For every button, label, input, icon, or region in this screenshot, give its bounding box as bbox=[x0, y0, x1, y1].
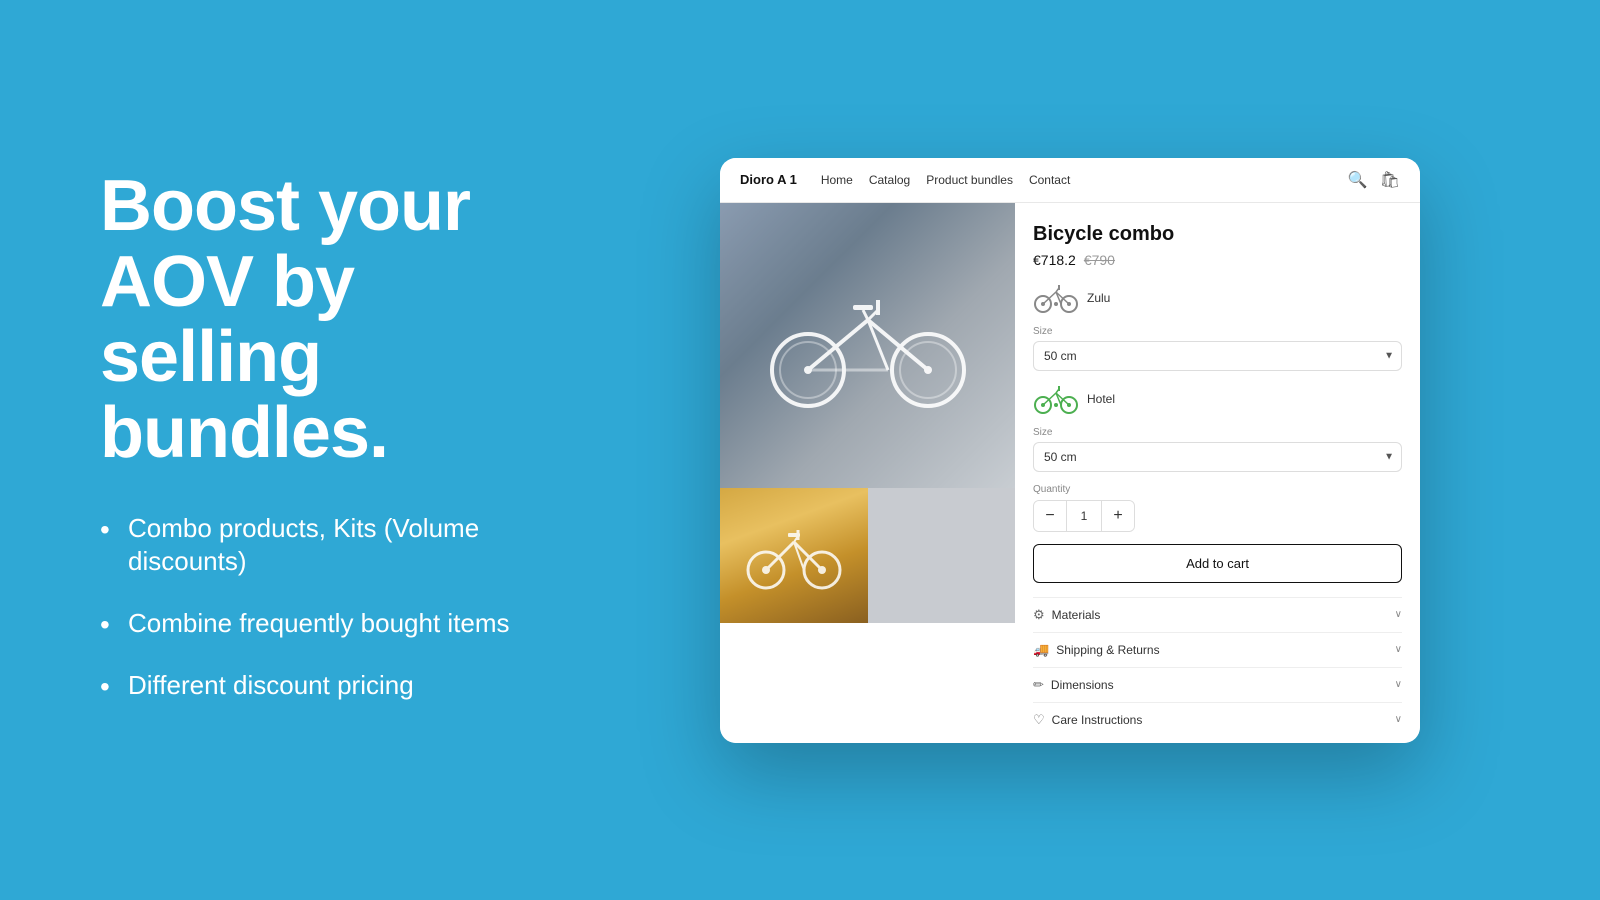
bullet-item-1: Combo products, Kits (Volume discounts) bbox=[100, 512, 520, 580]
store-brand: Dioro A 1 bbox=[740, 172, 797, 187]
hotel-bike-name: Hotel bbox=[1087, 392, 1402, 406]
materials-label: Materials bbox=[1052, 608, 1101, 622]
accordion-dimensions-left: ✏ Dimensions bbox=[1033, 677, 1114, 693]
nav-home[interactable]: Home bbox=[821, 173, 853, 187]
quantity-control: − 1 + bbox=[1033, 500, 1135, 532]
zulu-bike-name: Zulu bbox=[1087, 291, 1402, 305]
product-image-thumb bbox=[720, 488, 868, 623]
thumb-placeholder bbox=[868, 488, 1016, 623]
hotel-size-wrapper: 50 cm 52 cm 54 cm ▼ bbox=[1033, 442, 1402, 472]
quantity-decrease-button[interactable]: − bbox=[1034, 501, 1066, 531]
quantity-value: 1 bbox=[1066, 501, 1102, 531]
image-row bbox=[720, 488, 1015, 623]
product-images bbox=[720, 203, 1015, 743]
quantity-label: Quantity bbox=[1033, 484, 1402, 495]
hotel-size-select[interactable]: 50 cm 52 cm 54 cm bbox=[1033, 442, 1402, 472]
accordion-shipping[interactable]: 🚚 Shipping & Returns ∨ bbox=[1033, 632, 1402, 667]
nav-icons: 🔍 🛍 bbox=[1348, 170, 1400, 190]
dimensions-label: Dimensions bbox=[1051, 678, 1114, 692]
price-original: €790 bbox=[1084, 252, 1115, 268]
product-title: Bicycle combo bbox=[1033, 223, 1402, 246]
materials-icon: ⚙ bbox=[1033, 607, 1045, 623]
care-icon: ♡ bbox=[1033, 712, 1045, 728]
nav-catalog[interactable]: Catalog bbox=[869, 173, 910, 187]
accordion-care-left: ♡ Care Instructions bbox=[1033, 712, 1142, 728]
product-details: Bicycle combo €718.2 €790 bbox=[1015, 203, 1420, 743]
bullet-item-3: Different discount pricing bbox=[100, 669, 520, 703]
materials-chevron: ∨ bbox=[1395, 609, 1402, 620]
bundle-item-zulu: Zulu bbox=[1033, 282, 1402, 314]
quantity-increase-button[interactable]: + bbox=[1102, 501, 1134, 531]
shipping-chevron: ∨ bbox=[1395, 644, 1402, 655]
shipping-icon: 🚚 bbox=[1033, 642, 1049, 658]
bullet-item-2: Combine frequently bought items bbox=[100, 607, 520, 641]
zulu-size-label: Size bbox=[1033, 326, 1402, 337]
care-chevron: ∨ bbox=[1395, 714, 1402, 725]
store-nav: Dioro A 1 Home Catalog Product bundles C… bbox=[720, 158, 1420, 203]
zulu-bike-icon bbox=[1033, 282, 1079, 314]
nav-contact[interactable]: Contact bbox=[1029, 173, 1070, 187]
browser-window: Dioro A 1 Home Catalog Product bundles C… bbox=[720, 158, 1420, 743]
hero-title: Boost your AOV by selling bundles. bbox=[100, 169, 520, 471]
cart-icon[interactable]: 🛍 bbox=[1380, 170, 1400, 190]
hotel-size-label: Size bbox=[1033, 427, 1402, 438]
accordion-materials-left: ⚙ Materials bbox=[1033, 607, 1100, 623]
zulu-size-select[interactable]: 50 cm 52 cm 54 cm bbox=[1033, 341, 1402, 371]
nav-links: Home Catalog Product bundles Contact bbox=[821, 173, 1348, 187]
product-image-main bbox=[720, 203, 1015, 488]
accordion-care[interactable]: ♡ Care Instructions ∨ bbox=[1033, 702, 1402, 737]
accordion-shipping-left: 🚚 Shipping & Returns bbox=[1033, 642, 1160, 658]
zulu-size-wrapper: 50 cm 52 cm 54 cm ▼ bbox=[1033, 341, 1402, 371]
left-panel: Boost your AOV by selling bundles. Combo… bbox=[0, 109, 580, 791]
bike-main-illustration bbox=[758, 280, 978, 410]
care-label: Care Instructions bbox=[1052, 713, 1143, 727]
shipping-label: Shipping & Returns bbox=[1056, 643, 1159, 657]
accordion-materials[interactable]: ⚙ Materials ∨ bbox=[1033, 597, 1402, 632]
price-current: €718.2 bbox=[1033, 252, 1076, 268]
product-price: €718.2 €790 bbox=[1033, 252, 1402, 268]
dimensions-chevron: ∨ bbox=[1395, 679, 1402, 690]
nav-bundles[interactable]: Product bundles bbox=[926, 173, 1013, 187]
bike-thumb-illustration bbox=[744, 520, 844, 590]
search-icon[interactable]: 🔍 bbox=[1348, 170, 1368, 190]
bundle-item-hotel: Hotel bbox=[1033, 383, 1402, 415]
add-to-cart-button[interactable]: Add to cart bbox=[1033, 544, 1402, 583]
hotel-bike-icon bbox=[1033, 383, 1079, 415]
store-content: Bicycle combo €718.2 €790 bbox=[720, 203, 1420, 743]
bullet-list: Combo products, Kits (Volume discounts) … bbox=[100, 512, 520, 703]
right-panel: Dioro A 1 Home Catalog Product bundles C… bbox=[580, 118, 1600, 783]
accordion-dimensions[interactable]: ✏ Dimensions ∨ bbox=[1033, 667, 1402, 702]
dimensions-icon: ✏ bbox=[1033, 677, 1044, 693]
